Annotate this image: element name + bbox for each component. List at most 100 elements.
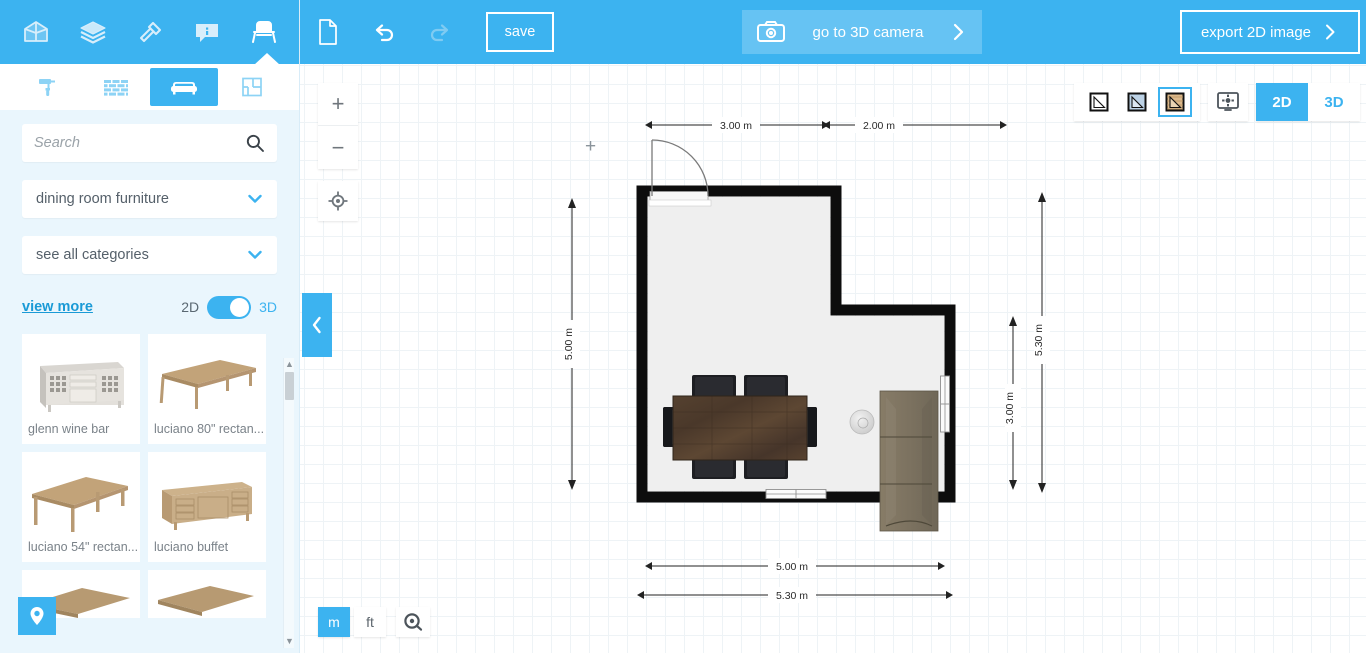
unit-meters-button[interactable]: m xyxy=(318,607,350,637)
scroll-down-arrow[interactable]: ▼ xyxy=(285,637,294,646)
chevron-down-icon xyxy=(248,194,262,203)
luciano-buffet-thumb xyxy=(162,482,252,530)
search-icon[interactable] xyxy=(245,133,265,153)
house-3d-icon[interactable] xyxy=(14,10,58,54)
catalog-item-label: luciano 80" rectan... xyxy=(154,422,265,436)
catalog-thumb-partial xyxy=(158,586,254,616)
scrollbar-thumb[interactable] xyxy=(285,372,294,400)
sidebar-sub-tabs xyxy=(0,64,299,110)
location-pin-icon xyxy=(30,607,44,625)
floorplanner-app: dining room furniture see all categories… xyxy=(0,0,1366,653)
catalog-item[interactable]: luciano 54" rectan... xyxy=(22,452,140,562)
style-textured-icon[interactable] xyxy=(1158,87,1192,117)
go-to-3d-camera-label: go to 3D camera xyxy=(812,23,924,41)
redo-icon[interactable] xyxy=(412,0,468,64)
dim-right-outer: 5.30 m xyxy=(1033,324,1045,356)
sidebar-collapse-handle[interactable] xyxy=(302,293,332,357)
brick-wall-icon[interactable] xyxy=(82,68,150,106)
glenn-wine-bar-thumb xyxy=(40,362,124,412)
top-toolbar: save go to 3D camera export 2D image xyxy=(300,0,1366,64)
dropdown-dining-room-furniture[interactable]: dining room furniture xyxy=(22,180,277,218)
go-to-3d-camera-button[interactable]: go to 3D camera xyxy=(742,10,982,54)
left-sidebar: dining room furniture see all categories… xyxy=(0,0,300,653)
style-shaded-icon[interactable] xyxy=(1120,87,1154,117)
dining-table[interactable] xyxy=(672,395,808,461)
dropdown-label: dining room furniture xyxy=(36,191,169,207)
canvas-plus-marker: + xyxy=(585,136,597,157)
dim-bottom-outer: 5.30 m xyxy=(776,590,808,602)
undo-icon[interactable] xyxy=(356,0,412,64)
catalog-grid: glenn wine bar luciano 80" rectan... luc… xyxy=(22,334,278,618)
catalog-item-label: luciano buffet xyxy=(154,540,229,554)
floorplan-drawing[interactable]: 3.00 m 2.00 m 5.00 m 3.00 m 5.30 m 5.00 … xyxy=(300,64,1366,653)
toggle-label-2d: 2D xyxy=(181,299,200,315)
paint-roller-icon[interactable] xyxy=(14,68,82,106)
catalog-scrollbar[interactable]: ▲ ▼ xyxy=(283,358,294,648)
dim-right-inner: 3.00 m xyxy=(1004,392,1016,424)
zoom-in-button[interactable]: + xyxy=(318,83,358,126)
bottom-window[interactable] xyxy=(765,489,827,499)
catalog-item-label: glenn wine bar xyxy=(28,422,110,436)
entry-door[interactable] xyxy=(648,139,712,207)
mode-3d-button[interactable]: 3D xyxy=(1308,83,1360,121)
chevron-right-icon xyxy=(953,23,964,41)
catalog-item[interactable]: luciano 80" rectan... xyxy=(148,334,266,444)
dim-bottom-inner: 5.00 m xyxy=(776,561,808,573)
toggle-label-3d: 3D xyxy=(259,299,277,315)
chevron-right-icon xyxy=(1326,24,1335,40)
scroll-up-arrow[interactable]: ▲ xyxy=(285,360,294,369)
dropdown-label: see all categories xyxy=(36,247,149,263)
export-2d-image-button[interactable]: export 2D image xyxy=(1180,10,1360,54)
sofa[interactable] xyxy=(879,390,939,532)
toggle-knob xyxy=(230,297,250,317)
view-controls: 2D 3D xyxy=(1074,83,1360,121)
zoom-controls: + − xyxy=(318,83,358,169)
hammer-icon[interactable] xyxy=(128,10,172,54)
info-chat-icon[interactable] xyxy=(185,10,229,54)
camera-icon xyxy=(757,21,785,42)
search-input[interactable] xyxy=(34,135,245,151)
crosshair-target-icon xyxy=(328,191,348,211)
dim-top-left: 3.00 m xyxy=(720,120,752,132)
mode-2d-button[interactable]: 2D xyxy=(1256,83,1308,121)
zoom-out-button[interactable]: − xyxy=(318,126,358,169)
chevron-left-icon xyxy=(312,316,321,334)
catalog-item-label: luciano 54" rectan... xyxy=(28,540,139,554)
tape-measure-icon[interactable] xyxy=(396,607,430,637)
unit-feet-button[interactable]: ft xyxy=(354,607,386,637)
save-button-label: save xyxy=(504,24,536,40)
2d-3d-toggle[interactable] xyxy=(207,295,252,319)
active-tab-caret xyxy=(254,53,280,65)
view-more-row: view more 2D 3D xyxy=(22,294,277,320)
sidebar-panel-body: dining room furniture see all categories… xyxy=(0,110,299,618)
floor-lamp[interactable] xyxy=(849,409,875,435)
catalog-item[interactable] xyxy=(148,570,266,618)
dropdown-see-all-categories[interactable]: see all categories xyxy=(22,236,277,274)
new-document-icon[interactable] xyxy=(300,0,356,64)
floorplan-canvas[interactable]: + − + 2D 3D m ft 3.00 m 2.00 m 5.00 m 3.… xyxy=(300,64,1366,653)
chevron-down-icon xyxy=(248,250,262,259)
catalog-item[interactable]: glenn wine bar xyxy=(22,334,140,444)
2d-3d-toggle-wrap: 2D 3D xyxy=(181,295,277,319)
sidebar-top-icon-bar xyxy=(0,0,299,65)
display-settings-gear-icon[interactable] xyxy=(1208,83,1248,121)
style-button-group xyxy=(1074,83,1200,121)
floorplan-icon[interactable] xyxy=(218,68,286,106)
luciano-80-table-thumb xyxy=(159,360,256,409)
right-window[interactable] xyxy=(940,375,950,433)
luciano-54-table-thumb xyxy=(32,477,128,532)
sofa-icon[interactable] xyxy=(150,68,218,106)
save-button[interactable]: save xyxy=(486,12,554,52)
catalog-item[interactable]: luciano buffet xyxy=(148,452,266,562)
location-pin-button[interactable] xyxy=(18,597,56,635)
layers-icon[interactable] xyxy=(71,10,115,54)
dim-left: 5.00 m xyxy=(563,328,575,360)
style-outline-icon[interactable] xyxy=(1082,87,1116,117)
dimension-mode-group: 2D 3D xyxy=(1256,83,1360,121)
view-more-link[interactable]: view more xyxy=(22,299,93,315)
export-2d-image-label: export 2D image xyxy=(1200,23,1312,41)
units-controls: m ft xyxy=(318,607,430,637)
furniture-chair-icon[interactable] xyxy=(242,10,286,54)
dim-top-right: 2.00 m xyxy=(863,120,895,132)
center-view-button[interactable] xyxy=(318,181,358,221)
